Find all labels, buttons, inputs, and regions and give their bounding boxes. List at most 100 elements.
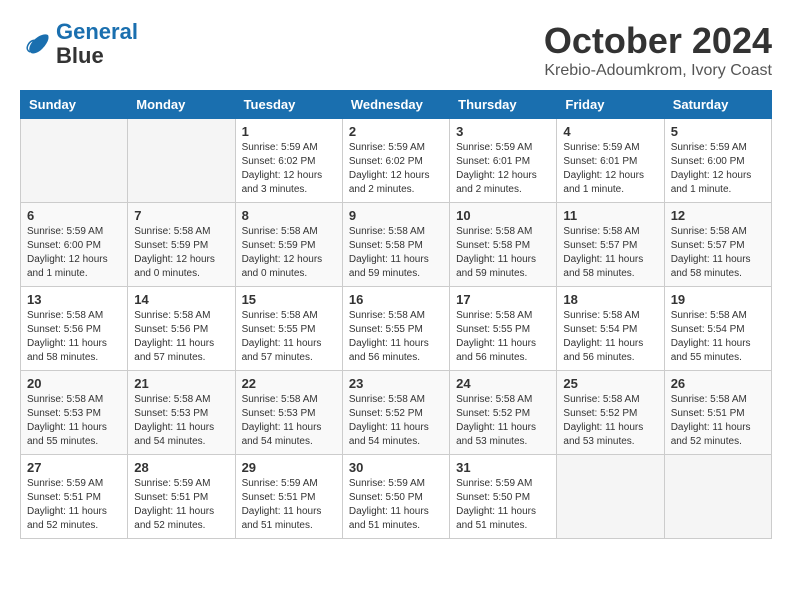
day-number: 23 xyxy=(349,376,443,391)
title-block: October 2024 Krebio-Adoumkrom, Ivory Coa… xyxy=(544,20,772,80)
day-info: Sunrise: 5:59 AM Sunset: 5:51 PM Dayligh… xyxy=(134,477,228,533)
weekday-header-monday: Monday xyxy=(128,91,235,119)
day-number: 21 xyxy=(134,376,228,391)
day-info: Sunrise: 5:58 AM Sunset: 5:52 PM Dayligh… xyxy=(456,393,550,449)
calendar-cell: 26 Sunrise: 5:58 AM Sunset: 5:51 PM Dayli… xyxy=(664,371,771,455)
day-info: Sunrise: 5:59 AM Sunset: 6:00 PM Dayligh… xyxy=(671,141,765,197)
day-number: 20 xyxy=(27,376,121,391)
logo-bird-icon xyxy=(20,33,52,55)
calendar-cell: 31 Sunrise: 5:59 AM Sunset: 5:50 PM Dayli… xyxy=(450,455,557,539)
calendar-cell: 30Sunrise: 5:59 AM Sunset: 5:50 PM Dayli… xyxy=(342,455,449,539)
day-number: 28 xyxy=(134,460,228,475)
day-info: Sunrise: 5:58 AM Sunset: 5:53 PM Dayligh… xyxy=(134,393,228,449)
weekday-header-row: SundayMondayTuesdayWednesdayThursdayFrid… xyxy=(21,91,772,119)
day-info: Sunrise: 5:58 AM Sunset: 5:52 PM Dayligh… xyxy=(349,393,443,449)
day-number: 30 xyxy=(349,460,443,475)
day-number: 26 xyxy=(671,376,765,391)
calendar-title: October 2024 xyxy=(544,20,772,62)
day-number: 1 xyxy=(242,124,336,139)
day-info: Sunrise: 5:58 AM Sunset: 5:55 PM Dayligh… xyxy=(242,309,336,365)
day-number: 27 xyxy=(27,460,121,475)
day-number: 17 xyxy=(456,292,550,307)
day-info: Sunrise: 5:58 AM Sunset: 5:58 PM Dayligh… xyxy=(349,225,443,281)
day-info: Sunrise: 5:58 AM Sunset: 5:53 PM Dayligh… xyxy=(27,393,121,449)
calendar-cell: 17 Sunrise: 5:58 AM Sunset: 5:55 PM Dayli… xyxy=(450,287,557,371)
day-info: Sunrise: 5:58 AM Sunset: 5:58 PM Dayligh… xyxy=(456,225,550,281)
calendar-week-5: 27 Sunrise: 5:59 AM Sunset: 5:51 PM Dayli… xyxy=(21,455,772,539)
day-number: 3 xyxy=(456,124,550,139)
calendar-cell: 8 Sunrise: 5:58 AM Sunset: 5:59 PM Daylig… xyxy=(235,203,342,287)
calendar-week-4: 20 Sunrise: 5:58 AM Sunset: 5:53 PM Dayli… xyxy=(21,371,772,455)
day-info: Sunrise: 5:59 AM Sunset: 5:50 PM Dayligh… xyxy=(456,477,550,533)
day-info: Sunrise: 5:58 AM Sunset: 5:55 PM Dayligh… xyxy=(456,309,550,365)
day-info: Sunrise: 5:58 AM Sunset: 5:59 PM Dayligh… xyxy=(242,225,336,281)
calendar-subtitle: Krebio-Adoumkrom, Ivory Coast xyxy=(544,62,772,80)
day-number: 6 xyxy=(27,208,121,223)
day-info: Sunrise: 5:59 AM Sunset: 6:01 PM Dayligh… xyxy=(563,141,657,197)
calendar-cell xyxy=(128,119,235,203)
calendar-week-2: 6 Sunrise: 5:59 AM Sunset: 6:00 PM Daylig… xyxy=(21,203,772,287)
calendar-cell: 19 Sunrise: 5:58 AM Sunset: 5:54 PM Dayli… xyxy=(664,287,771,371)
calendar-cell: 11 Sunrise: 5:58 AM Sunset: 5:57 PM Dayli… xyxy=(557,203,664,287)
calendar-cell: 18 Sunrise: 5:58 AM Sunset: 5:54 PM Dayli… xyxy=(557,287,664,371)
day-info: Sunrise: 5:58 AM Sunset: 5:53 PM Dayligh… xyxy=(242,393,336,449)
day-number: 15 xyxy=(242,292,336,307)
day-number: 11 xyxy=(563,208,657,223)
day-info: Sunrise: 5:58 AM Sunset: 5:54 PM Dayligh… xyxy=(671,309,765,365)
calendar-cell: 14Sunrise: 5:58 AM Sunset: 5:56 PM Dayli… xyxy=(128,287,235,371)
calendar-cell: 16 Sunrise: 5:58 AM Sunset: 5:55 PM Dayli… xyxy=(342,287,449,371)
calendar-cell: 25Sunrise: 5:58 AM Sunset: 5:52 PM Dayli… xyxy=(557,371,664,455)
day-number: 13 xyxy=(27,292,121,307)
weekday-header-thursday: Thursday xyxy=(450,91,557,119)
day-info: Sunrise: 5:59 AM Sunset: 6:02 PM Dayligh… xyxy=(242,141,336,197)
day-info: Sunrise: 5:59 AM Sunset: 6:01 PM Dayligh… xyxy=(456,141,550,197)
calendar-cell: 7Sunrise: 5:58 AM Sunset: 5:59 PM Daylig… xyxy=(128,203,235,287)
calendar-cell xyxy=(21,119,128,203)
day-number: 10 xyxy=(456,208,550,223)
weekday-header-wednesday: Wednesday xyxy=(342,91,449,119)
day-number: 16 xyxy=(349,292,443,307)
day-number: 12 xyxy=(671,208,765,223)
day-info: Sunrise: 5:59 AM Sunset: 5:51 PM Dayligh… xyxy=(242,477,336,533)
calendar-cell: 6 Sunrise: 5:59 AM Sunset: 6:00 PM Daylig… xyxy=(21,203,128,287)
calendar-cell: 5Sunrise: 5:59 AM Sunset: 6:00 PM Daylig… xyxy=(664,119,771,203)
day-info: Sunrise: 5:58 AM Sunset: 5:55 PM Dayligh… xyxy=(349,309,443,365)
day-number: 14 xyxy=(134,292,228,307)
calendar-cell: 28 Sunrise: 5:59 AM Sunset: 5:51 PM Dayli… xyxy=(128,455,235,539)
calendar-cell: 23 Sunrise: 5:58 AM Sunset: 5:52 PM Dayli… xyxy=(342,371,449,455)
day-info: Sunrise: 5:58 AM Sunset: 5:51 PM Dayligh… xyxy=(671,393,765,449)
weekday-header-tuesday: Tuesday xyxy=(235,91,342,119)
calendar-cell: 1 Sunrise: 5:59 AM Sunset: 6:02 PM Daylig… xyxy=(235,119,342,203)
day-number: 29 xyxy=(242,460,336,475)
calendar-cell: 13 Sunrise: 5:58 AM Sunset: 5:56 PM Dayli… xyxy=(21,287,128,371)
calendar-week-1: 1 Sunrise: 5:59 AM Sunset: 6:02 PM Daylig… xyxy=(21,119,772,203)
page-header: GeneralBlue October 2024 Krebio-Adoumkro… xyxy=(20,20,772,80)
calendar-table: SundayMondayTuesdayWednesdayThursdayFrid… xyxy=(20,90,772,539)
day-number: 18 xyxy=(563,292,657,307)
calendar-cell: 10 Sunrise: 5:58 AM Sunset: 5:58 PM Dayli… xyxy=(450,203,557,287)
calendar-cell xyxy=(557,455,664,539)
day-number: 19 xyxy=(671,292,765,307)
calendar-cell: 22 Sunrise: 5:58 AM Sunset: 5:53 PM Dayli… xyxy=(235,371,342,455)
day-number: 2 xyxy=(349,124,443,139)
day-number: 24 xyxy=(456,376,550,391)
day-number: 7 xyxy=(134,208,228,223)
day-info: Sunrise: 5:58 AM Sunset: 5:54 PM Dayligh… xyxy=(563,309,657,365)
day-number: 22 xyxy=(242,376,336,391)
day-info: Sunrise: 5:59 AM Sunset: 6:00 PM Dayligh… xyxy=(27,225,121,281)
day-info: Sunrise: 5:58 AM Sunset: 5:52 PM Dayligh… xyxy=(563,393,657,449)
calendar-cell: 24 Sunrise: 5:58 AM Sunset: 5:52 PM Dayli… xyxy=(450,371,557,455)
calendar-cell: 12 Sunrise: 5:58 AM Sunset: 5:57 PM Dayli… xyxy=(664,203,771,287)
day-number: 31 xyxy=(456,460,550,475)
day-number: 8 xyxy=(242,208,336,223)
logo-text: GeneralBlue xyxy=(56,19,138,68)
day-number: 9 xyxy=(349,208,443,223)
weekday-header-saturday: Saturday xyxy=(664,91,771,119)
calendar-cell: 29 Sunrise: 5:59 AM Sunset: 5:51 PM Dayli… xyxy=(235,455,342,539)
weekday-header-sunday: Sunday xyxy=(21,91,128,119)
calendar-cell: 21 Sunrise: 5:58 AM Sunset: 5:53 PM Dayli… xyxy=(128,371,235,455)
day-info: Sunrise: 5:58 AM Sunset: 5:57 PM Dayligh… xyxy=(563,225,657,281)
day-info: Sunrise: 5:58 AM Sunset: 5:57 PM Dayligh… xyxy=(671,225,765,281)
day-info: Sunrise: 5:58 AM Sunset: 5:56 PM Dayligh… xyxy=(27,309,121,365)
calendar-cell: 2Sunrise: 5:59 AM Sunset: 6:02 PM Daylig… xyxy=(342,119,449,203)
